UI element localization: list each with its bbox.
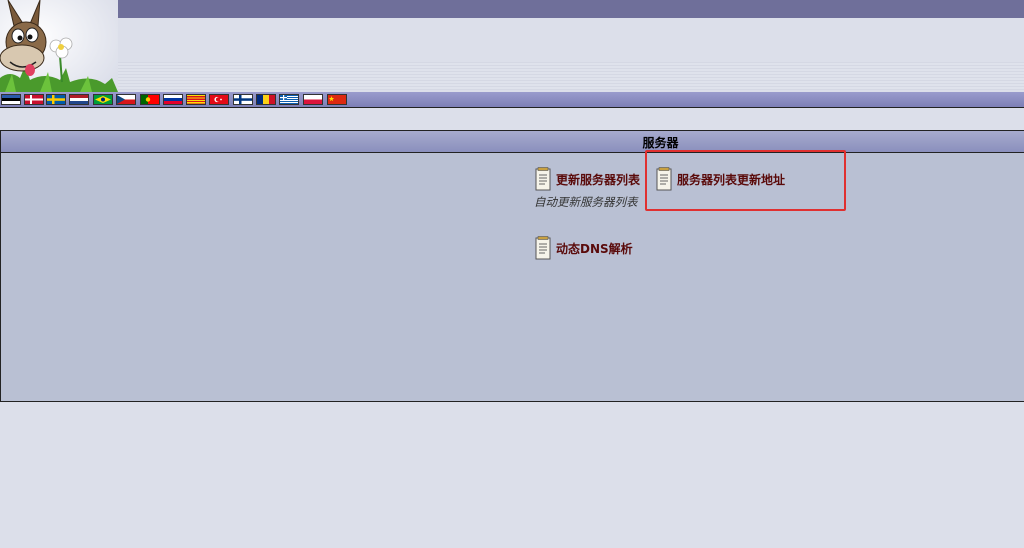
item-label: 更新服务器列表: [556, 173, 641, 187]
flag-brazil[interactable]: [93, 94, 113, 105]
flag-portugal[interactable]: [140, 94, 160, 105]
flag-denmark[interactable]: [24, 94, 44, 105]
item-description: 自动更新服务器列表: [534, 195, 638, 209]
item-label: 动态DNS解析: [556, 242, 633, 256]
flag-greece[interactable]: [279, 94, 299, 105]
panel-title: 服务器: [642, 136, 679, 150]
flag-czech[interactable]: [116, 94, 136, 105]
flag-catalonia[interactable]: [186, 94, 206, 105]
document-icon: [535, 236, 551, 260]
emule-donkey-logo: [0, 0, 118, 92]
servers-panel: 服务器: [0, 130, 1024, 402]
header: [0, 0, 1024, 108]
dynamic-dns-link[interactable]: 动态DNS解析: [535, 236, 633, 260]
flag-estonia[interactable]: [1, 94, 21, 105]
flag-sweden[interactable]: [46, 94, 66, 105]
top-bar: [0, 0, 1024, 18]
flag-romania[interactable]: [256, 94, 276, 105]
flag-poland[interactable]: [303, 94, 323, 105]
document-icon: [535, 167, 551, 191]
flag-turkey[interactable]: [209, 94, 229, 105]
update-server-list-link[interactable]: 更新服务器列表: [535, 167, 640, 191]
header-stripe: [0, 62, 1024, 90]
panel-header: 服务器: [1, 131, 1024, 153]
flag-finland[interactable]: [233, 94, 253, 105]
flag-china[interactable]: [327, 94, 347, 105]
flag-slovenia[interactable]: [163, 94, 183, 105]
flag-netherlands[interactable]: [69, 94, 89, 105]
highlight-box: [645, 150, 846, 211]
